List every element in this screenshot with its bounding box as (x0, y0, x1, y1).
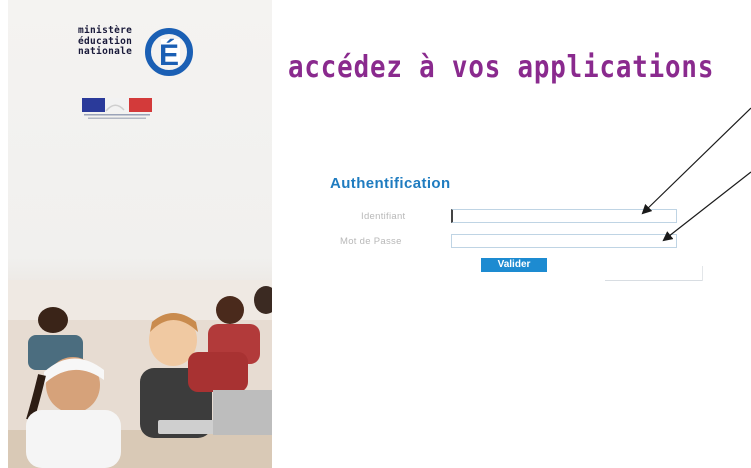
arrow-to-identifier (641, 107, 751, 215)
divider-line (605, 280, 703, 281)
identifier-input[interactable] (451, 209, 677, 223)
page-headline: accédez à vos applications (288, 50, 715, 85)
classroom-photo (8, 280, 272, 468)
logo-line-3: nationale (78, 46, 133, 57)
republic-flag-logo (82, 98, 152, 112)
password-input[interactable] (451, 234, 677, 248)
arrow-to-password (662, 171, 751, 242)
logo-wordmark: ministère éducation nationale (78, 25, 142, 58)
logo-letter: É (159, 38, 179, 72)
ministry-logo: ministère éducation nationale É (78, 22, 198, 102)
validate-button[interactable]: Valider (481, 258, 547, 272)
flag-caption-lines (84, 114, 150, 119)
authentication-title: Authentification (330, 175, 451, 192)
divider-line-vertical (702, 266, 703, 281)
sidebar-panel: ministère éducation nationale É (8, 0, 272, 468)
logo-line-1: ministère (78, 25, 133, 36)
logo-e-emblem: É (145, 28, 193, 76)
identifier-label: Identifiant (361, 211, 406, 222)
password-label: Mot de Passe (340, 236, 402, 247)
